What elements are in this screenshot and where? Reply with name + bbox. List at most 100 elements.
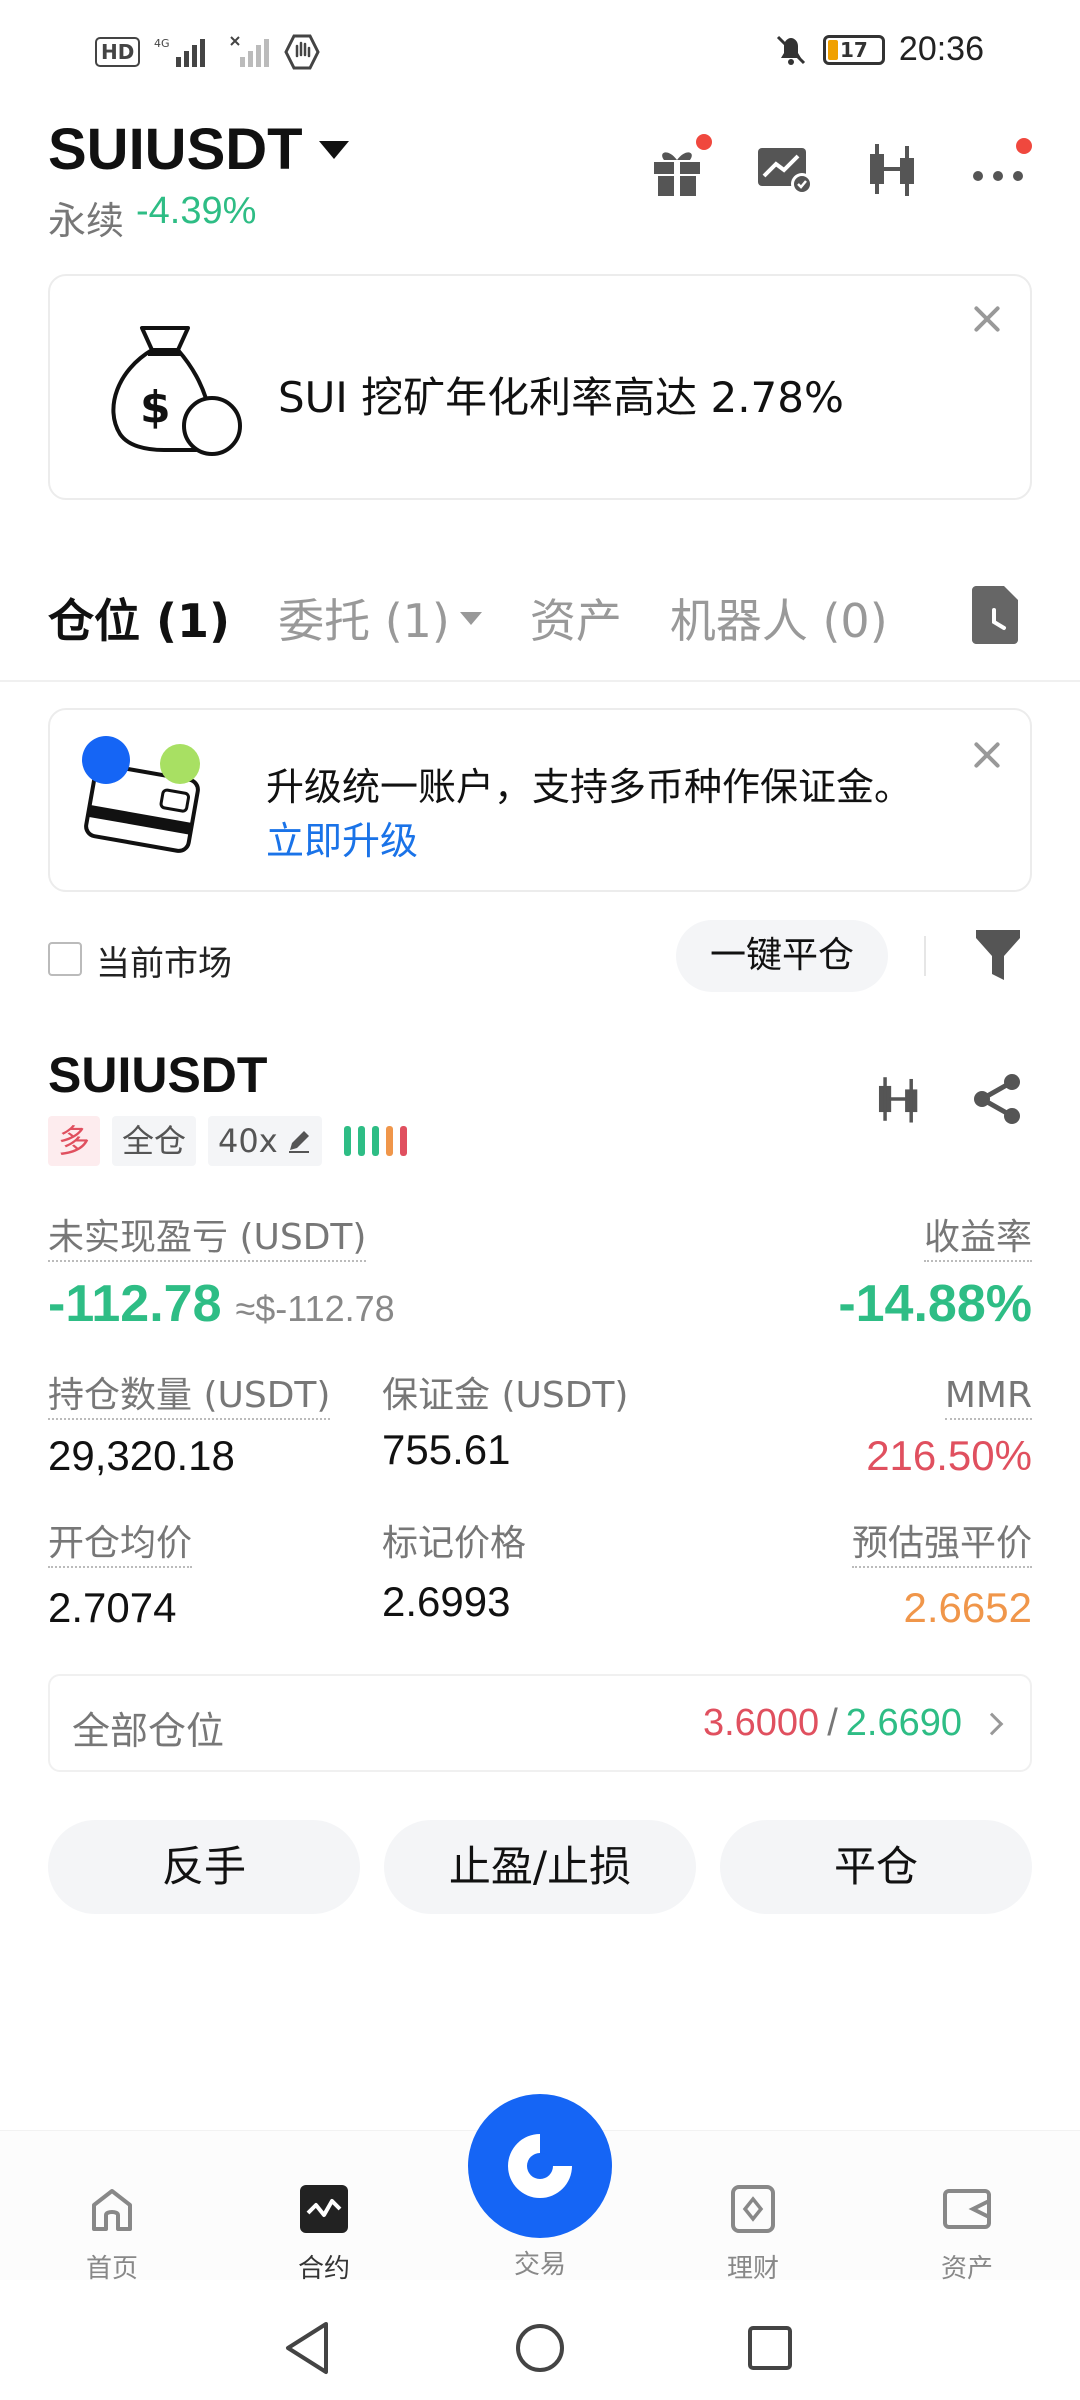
system-navigation-bar	[0, 2290, 1080, 2400]
tabs-divider	[0, 680, 1080, 682]
battery-indicator: 17	[822, 34, 885, 65]
margin-label: 保证金 (USDT)	[382, 1375, 629, 1416]
status-right-icons: 17 20:36	[773, 30, 984, 69]
candlestick-icon[interactable]	[872, 1072, 926, 1126]
leverage-tag[interactable]: 40x	[208, 1116, 322, 1166]
nav-assets-label: 资产	[940, 2254, 993, 2284]
caret-down-icon	[318, 140, 349, 159]
all-positions-values: 3.6000 / 2.6690	[702, 1702, 1004, 1745]
close-all-button[interactable]: 一键平仓	[676, 920, 888, 992]
price-change: -4.39%	[136, 190, 257, 232]
sl-price: 2.6690	[845, 1702, 962, 1744]
filter-separator	[924, 936, 926, 976]
signal-off-icon	[230, 36, 270, 67]
position-action-buttons: 反手 止盈/止损 平仓	[48, 1820, 1032, 1914]
unrealized-pnl: -112.78 ≈$-112.78	[48, 1274, 395, 1334]
upgrade-account-card[interactable]: 升级统一账户，支持多币种作保证金。 立即升级	[48, 708, 1032, 892]
status-left-icons: HD 4G	[95, 34, 321, 70]
upgrade-link[interactable]: 立即升级	[266, 810, 418, 865]
tp-price: 3.6000	[702, 1702, 820, 1744]
adl-indicator	[343, 1126, 407, 1156]
history-doc-icon[interactable]	[970, 586, 1020, 644]
position-tabs: 仓位 (1) 委托 (1) 资产 机器人 (0)	[48, 585, 888, 651]
hd-indicator: HD	[95, 37, 141, 67]
mmr-value: 216.50%	[866, 1432, 1032, 1479]
nav-futures-label: 合约	[297, 2254, 350, 2284]
nav-home-label: 首页	[85, 2254, 138, 2284]
entry-price-value: 2.7074	[48, 1584, 177, 1631]
nav-earn-label: 理财	[726, 2254, 779, 2284]
leverage-value: 40x	[218, 1122, 278, 1160]
reverse-button[interactable]: 反手	[48, 1820, 360, 1914]
all-positions-label: 全部仓位	[72, 1709, 225, 1753]
close-position-button[interactable]: 平仓	[720, 1820, 1032, 1914]
entry-price-label: 开仓均价	[48, 1522, 193, 1568]
contract-type: 永续	[48, 199, 125, 243]
status-bar: HD 4G 17 20:36	[0, 0, 1080, 100]
mark-price-label: 标记价格	[382, 1523, 527, 1564]
unrealized-pnl-label: 未实现盈亏 (USDT)	[48, 1216, 367, 1262]
position-symbol[interactable]: SUIUSDT	[48, 1046, 267, 1104]
size-label: 持仓数量 (USDT)	[48, 1374, 331, 1420]
svg-text:$: $	[140, 382, 171, 433]
symbol-selector[interactable]: SUIUSDT	[48, 116, 349, 183]
home-circle-icon[interactable]	[514, 2322, 566, 2374]
tab-positions[interactable]: 仓位 (1)	[48, 585, 230, 651]
money-bag-icon: $	[111, 326, 242, 456]
futures-icon	[300, 2185, 348, 2233]
all-positions-row[interactable]: 全部仓位 3.6000 / 2.6690	[48, 1674, 1032, 1772]
earn-icon	[731, 2185, 775, 2233]
more-icon[interactable]	[970, 138, 1032, 200]
size-value: 29,320.18	[48, 1432, 235, 1479]
current-market-label: 当前市场	[96, 944, 232, 984]
nav-earn[interactable]: 理财	[683, 2183, 823, 2285]
tab-bots[interactable]: 机器人 (0)	[670, 585, 888, 651]
mute-bell-icon	[776, 35, 805, 65]
close-icon[interactable]	[972, 740, 1002, 770]
wallet-icon	[82, 736, 200, 853]
tp-sl-button[interactable]: 止盈/止损	[384, 1820, 696, 1914]
tab-orders-label: 委托 (1)	[278, 594, 450, 648]
candlestick-icon[interactable]	[862, 138, 924, 200]
trade-logo-icon	[508, 2134, 572, 2198]
nav-assets[interactable]: 资产	[897, 2183, 1037, 2285]
nav-futures[interactable]: 合约	[254, 2183, 394, 2285]
back-icon[interactable]	[282, 2320, 332, 2376]
home-icon	[92, 2189, 132, 2231]
nav-home[interactable]: 首页	[42, 2183, 182, 2285]
unrealized-pnl-usd: ≈$-112.78	[235, 1288, 395, 1329]
svg-text:4G: 4G	[154, 37, 170, 50]
assets-icon	[943, 2189, 991, 2229]
liq-price-value: 2.6652	[903, 1584, 1032, 1631]
signal-icon: 4G	[154, 37, 206, 67]
roi-label: 收益率	[923, 1216, 1032, 1262]
margin-value: 755.61	[382, 1426, 511, 1473]
edit-icon	[288, 1131, 309, 1153]
symbol-subline: 永续 -4.39%	[48, 190, 256, 245]
close-icon[interactable]	[972, 304, 1002, 334]
margin-mode-tag[interactable]: 全仓	[112, 1116, 197, 1166]
unrealized-pnl-value: -112.78	[48, 1275, 222, 1333]
hand-icon	[284, 34, 321, 70]
liq-price-label: 预估强平价	[851, 1522, 1032, 1568]
position-actions	[872, 1072, 1024, 1126]
tab-orders[interactable]: 委托 (1)	[278, 585, 482, 651]
position-tags: 多 全仓 40x	[48, 1116, 407, 1166]
recents-icon[interactable]	[746, 2324, 794, 2372]
chart-settings-icon[interactable]	[754, 138, 816, 200]
nav-trade-label: 交易	[513, 2250, 566, 2280]
status-time: 20:36	[898, 30, 984, 68]
mark-price-value: 2.6993	[382, 1578, 511, 1625]
tab-assets[interactable]: 资产	[530, 585, 622, 651]
trade-fab-button[interactable]	[468, 2094, 612, 2238]
side-tag: 多	[48, 1116, 101, 1166]
filter-icon[interactable]	[974, 926, 1022, 984]
caret-down-icon	[459, 611, 482, 625]
share-icon[interactable]	[970, 1072, 1024, 1126]
gift-icon[interactable]	[646, 134, 712, 200]
promo-text: SUI 挖矿年化利率高达 2.78%	[278, 373, 844, 422]
mining-promo-card[interactable]: $ SUI 挖矿年化利率高达 2.78%	[48, 274, 1032, 500]
symbol-title: SUIUSDT	[48, 117, 303, 182]
upgrade-text: 升级统一账户，支持多币种作保证金。	[266, 765, 913, 809]
current-market-checkbox[interactable]	[48, 942, 82, 976]
